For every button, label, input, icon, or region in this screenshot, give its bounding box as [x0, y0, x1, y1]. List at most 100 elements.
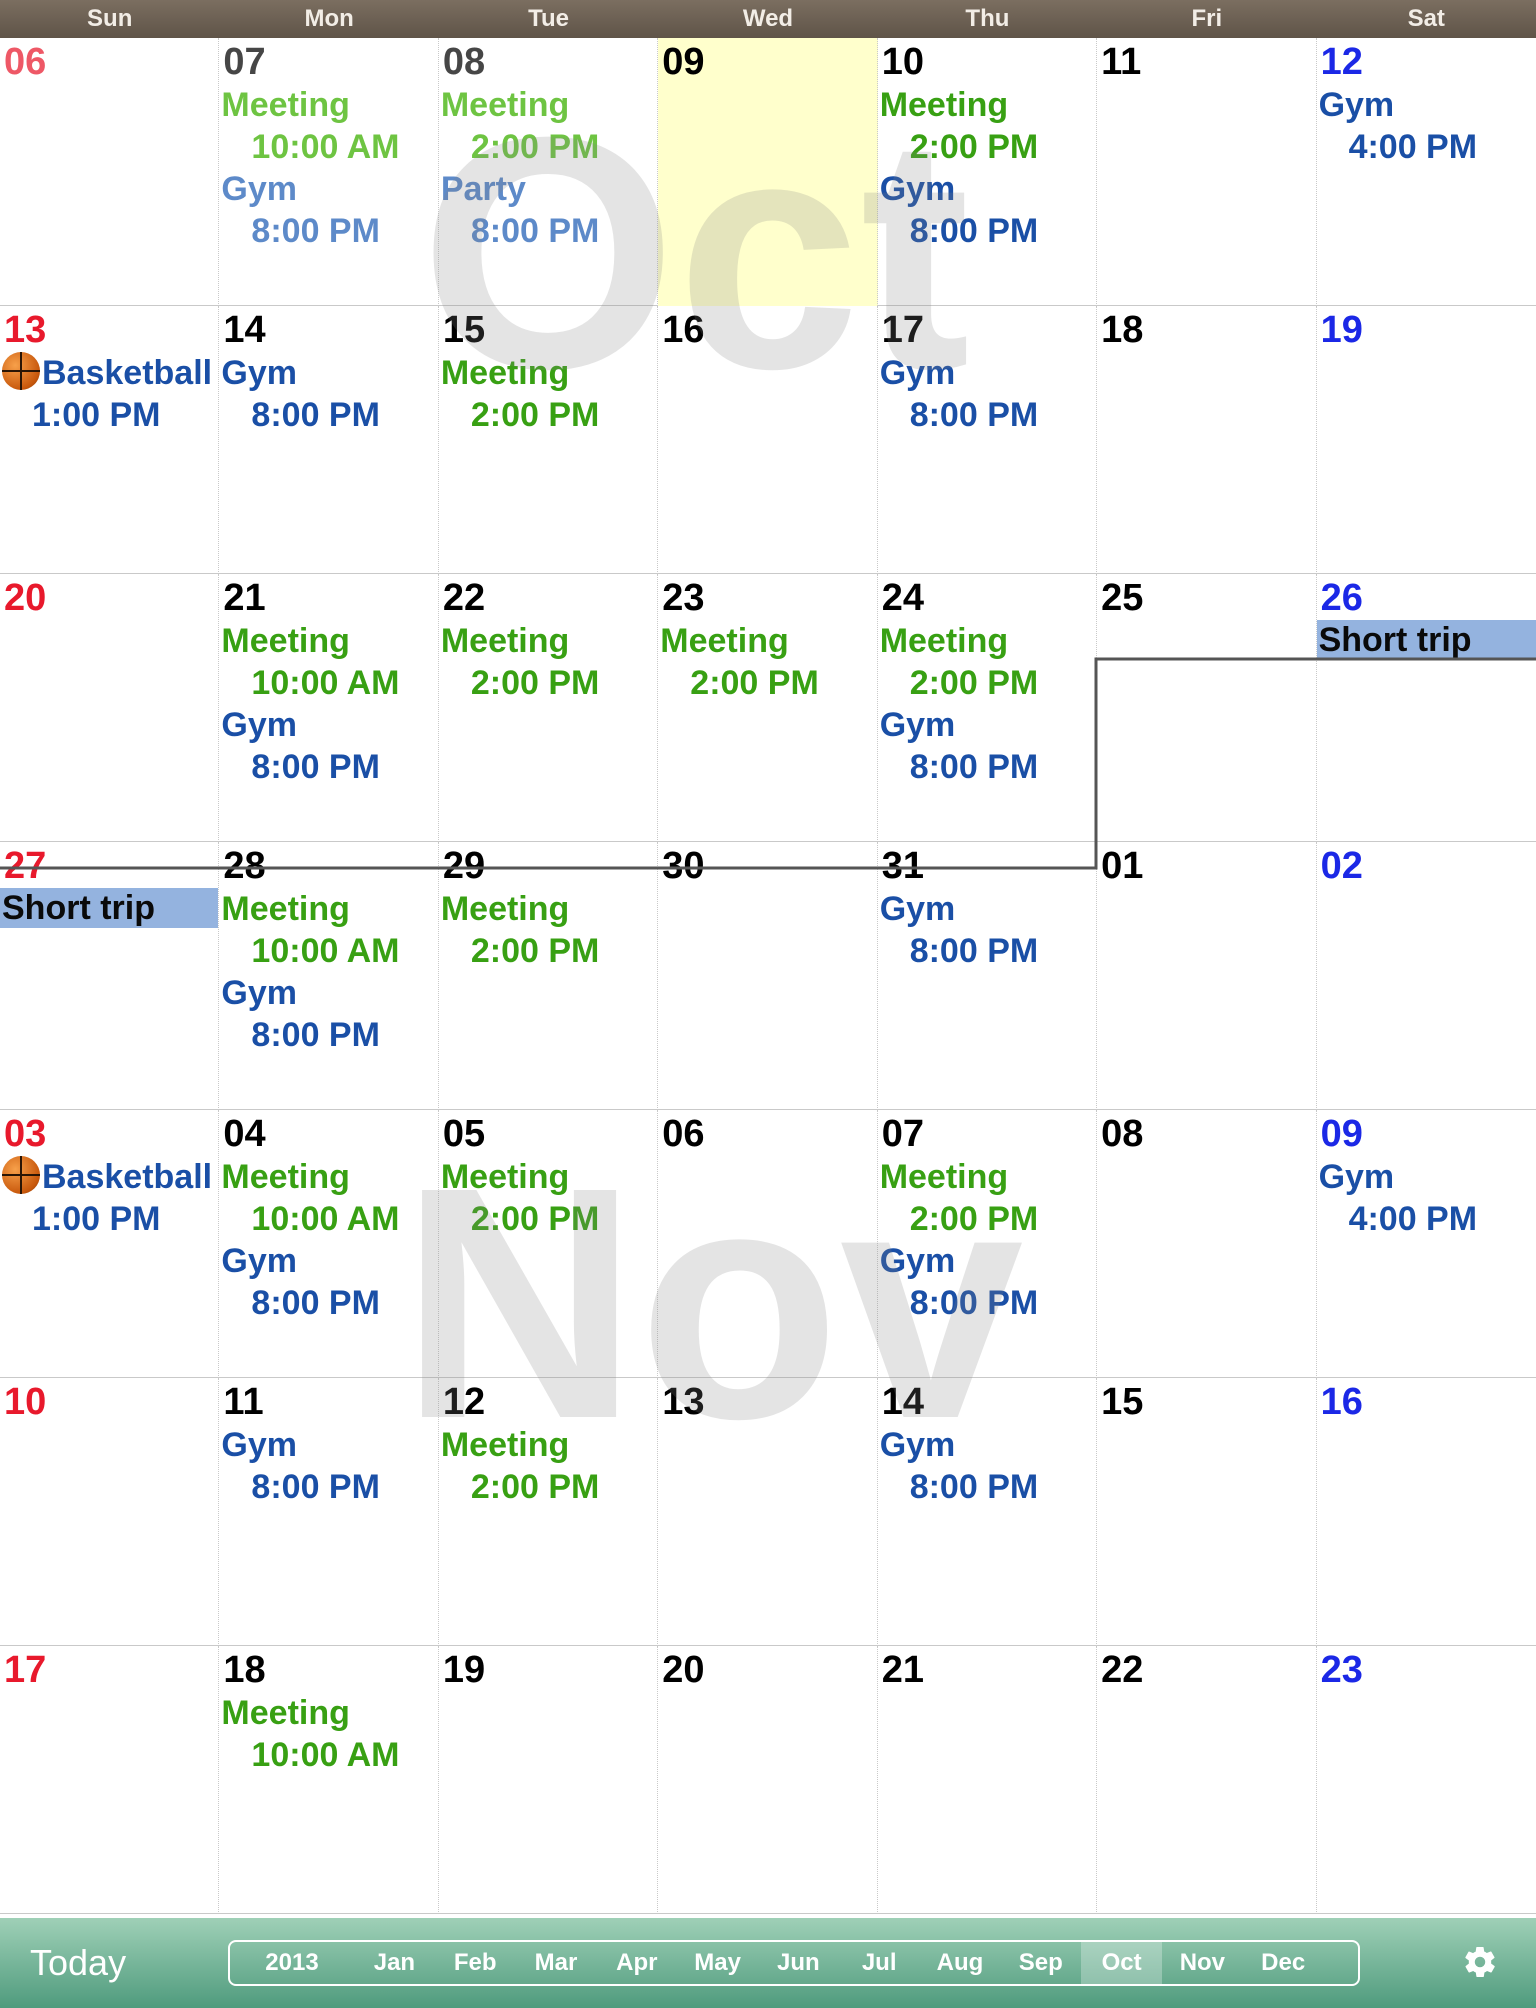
day-cell[interactable]: 04 Meeting 10:00 AM Gym 8:00 PM	[219, 1110, 439, 1378]
event-title[interactable]: Meeting	[219, 1692, 437, 1734]
day-cell[interactable]: 20	[658, 1646, 878, 1914]
event-title[interactable]: Meeting	[658, 620, 876, 662]
event-title[interactable]: Gym	[878, 888, 1096, 930]
day-cell[interactable]: 05 Meeting 2:00 PM	[439, 1110, 659, 1378]
day-cell[interactable]: 01	[1097, 842, 1317, 1110]
day-cell[interactable]: 12 Meeting 2:00 PM	[439, 1378, 659, 1646]
month-button-jul[interactable]: Jul	[839, 1942, 920, 1984]
day-cell[interactable]: 13	[658, 1378, 878, 1646]
event-title[interactable]: Party	[439, 168, 657, 210]
day-cell[interactable]: 19	[1317, 306, 1536, 574]
day-cell[interactable]: 22	[1097, 1646, 1317, 1914]
event-title[interactable]: Meeting	[878, 84, 1096, 126]
event-title[interactable]: Gym	[219, 704, 437, 746]
month-button-jun[interactable]: Jun	[758, 1942, 839, 1984]
all-day-event[interactable]: Short trip	[0, 888, 219, 928]
event-title[interactable]: Meeting	[439, 1424, 657, 1466]
day-cell[interactable]: 09	[658, 38, 878, 306]
day-cell[interactable]: 18	[1097, 306, 1317, 574]
day-cell[interactable]: 29 Meeting 2:00 PM	[439, 842, 659, 1110]
day-cell[interactable]: 19	[439, 1646, 659, 1914]
month-button-nov[interactable]: Nov	[1162, 1942, 1243, 1984]
day-cell[interactable]: 06	[0, 38, 220, 306]
event-title[interactable]: Gym	[1317, 84, 1536, 126]
day-cell[interactable]: 16	[658, 306, 878, 574]
day-cell[interactable]: 21 Meeting 10:00 AM Gym 8:00 PM	[219, 574, 439, 842]
day-cell[interactable]: 13 Basketball 1:00 PM	[0, 306, 220, 574]
day-cell[interactable]: 17 Gym 8:00 PM	[878, 306, 1098, 574]
event-title[interactable]: Gym	[878, 704, 1096, 746]
day-cell[interactable]: 23 Meeting 2:00 PM	[658, 574, 878, 842]
day-cell[interactable]: 26 Short trip	[1316, 574, 1536, 842]
event-title[interactable]: Meeting	[878, 1156, 1096, 1198]
day-cell[interactable]: 22 Meeting 2:00 PM	[439, 574, 659, 842]
day-cell[interactable]: 08	[1097, 1110, 1317, 1378]
day-cell[interactable]: 08 Meeting 2:00 PM Party 8:00 PM	[439, 38, 659, 306]
event-title[interactable]: Meeting	[439, 84, 657, 126]
event-title[interactable]: Meeting	[878, 620, 1096, 662]
event-title[interactable]: Meeting	[439, 620, 657, 662]
event-title[interactable]: Gym	[878, 168, 1096, 210]
event-title[interactable]: Gym	[1317, 1156, 1536, 1198]
day-cell[interactable]: 28 Meeting 10:00 AM Gym 8:00 PM	[219, 842, 439, 1110]
event-title[interactable]: Basketball	[0, 1156, 218, 1198]
day-cell[interactable]: 03 Basketball 1:00 PM	[0, 1110, 220, 1378]
event-title[interactable]: Meeting	[439, 1156, 657, 1198]
event-title[interactable]: Meeting	[439, 352, 657, 394]
day-cell[interactable]: 16	[1317, 1378, 1536, 1646]
month-button-dec[interactable]: Dec	[1243, 1942, 1324, 1984]
day-cell[interactable]: 14 Gym 8:00 PM	[878, 1378, 1098, 1646]
month-button-jan[interactable]: Jan	[354, 1942, 435, 1984]
day-cell[interactable]: 11	[1097, 38, 1317, 306]
day-cell[interactable]: 18 Meeting 10:00 AM	[219, 1646, 439, 1914]
day-cell[interactable]: 12 Gym 4:00 PM	[1317, 38, 1536, 306]
gear-icon[interactable]	[1462, 1944, 1498, 1980]
day-cell[interactable]: 10	[0, 1378, 220, 1646]
event-title[interactable]: Meeting	[219, 888, 437, 930]
event-title[interactable]: Meeting	[219, 620, 437, 662]
event-title[interactable]: Gym	[219, 1240, 437, 1282]
day-cell[interactable]: 20	[0, 574, 220, 842]
day-cell[interactable]: 15 Meeting 2:00 PM	[439, 306, 659, 574]
day-cell[interactable]: 27 Short trip	[0, 842, 220, 1110]
day-cell[interactable]: 07 Meeting 2:00 PM Gym 8:00 PM	[878, 1110, 1098, 1378]
day-cell[interactable]: 23	[1317, 1646, 1536, 1914]
day-cell[interactable]: 31 Gym 8:00 PM	[878, 842, 1098, 1110]
event-time: 8:00 PM	[251, 748, 380, 786]
month-button-oct[interactable]: Oct	[1081, 1942, 1162, 1984]
event-title[interactable]: Gym	[219, 1424, 437, 1466]
day-cell[interactable]: 06	[658, 1110, 878, 1378]
year-button[interactable]: 2013	[230, 1942, 354, 1984]
event-title[interactable]: Gym	[878, 1240, 1096, 1282]
event-title[interactable]: Basketball	[0, 352, 218, 394]
event-title[interactable]: Meeting	[219, 1156, 437, 1198]
day-cell[interactable]: 07 Meeting 10:00 AM Gym 8:00 PM	[219, 38, 439, 306]
day-cell[interactable]: 02	[1317, 842, 1536, 1110]
event-title[interactable]: Gym	[878, 352, 1096, 394]
month-button-apr[interactable]: Apr	[596, 1942, 677, 1984]
month-button-feb[interactable]: Feb	[435, 1942, 516, 1984]
day-cell[interactable]: 30	[658, 842, 878, 1110]
day-cell[interactable]: 09 Gym 4:00 PM	[1317, 1110, 1536, 1378]
day-cell[interactable]: 14 Gym 8:00 PM	[219, 306, 439, 574]
event-title[interactable]: Meeting	[219, 84, 437, 126]
all-day-event[interactable]: Short trip	[1316, 620, 1536, 660]
month-button-mar[interactable]: Mar	[516, 1942, 597, 1984]
day-number: 14	[881, 1381, 924, 1423]
month-button-may[interactable]: May	[677, 1942, 758, 1984]
day-cell[interactable]: 15	[1097, 1378, 1317, 1646]
day-cell[interactable]: 10 Meeting 2:00 PM Gym 8:00 PM	[878, 38, 1098, 306]
day-cell[interactable]: 11 Gym 8:00 PM	[219, 1378, 439, 1646]
day-cell[interactable]: 24 Meeting 2:00 PM Gym 8:00 PM	[878, 574, 1098, 842]
month-button-sep[interactable]: Sep	[1000, 1942, 1081, 1984]
day-cell[interactable]: 25	[1097, 574, 1317, 842]
event-title[interactable]: Gym	[219, 168, 437, 210]
event-title[interactable]: Gym	[219, 972, 437, 1014]
event-title[interactable]: Gym	[219, 352, 437, 394]
event-title[interactable]: Meeting	[439, 888, 657, 930]
day-cell[interactable]: 21	[878, 1646, 1098, 1914]
today-button[interactable]: Today	[30, 1940, 126, 1986]
event-title[interactable]: Gym	[878, 1424, 1096, 1466]
day-cell[interactable]: 17	[0, 1646, 220, 1914]
month-button-aug[interactable]: Aug	[920, 1942, 1001, 1984]
